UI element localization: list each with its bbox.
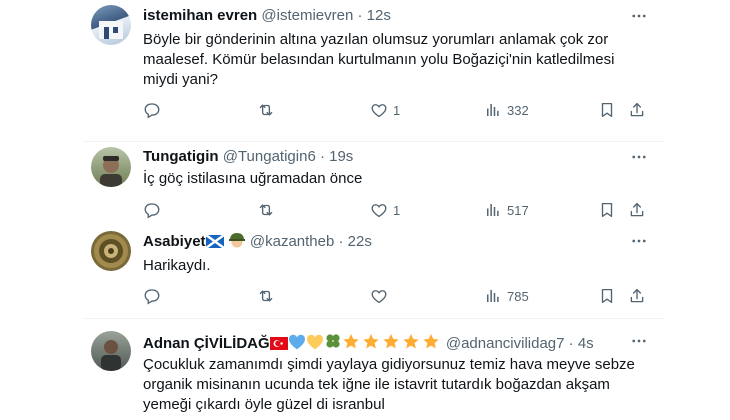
reply-icon [143, 287, 161, 305]
avatar[interactable] [91, 5, 131, 45]
tweet-text: Çocukluk zamanımdı şimdi yaylaya gidiyor… [143, 356, 635, 413]
views-count: 332 [507, 102, 529, 118]
timestamp[interactable]: 4s [578, 335, 594, 352]
more-icon[interactable] [630, 7, 648, 25]
bookmark-button[interactable] [598, 200, 616, 220]
retweet-icon [257, 101, 275, 119]
star-rating-icon [342, 333, 442, 354]
timestamp[interactable]: 22s [348, 233, 372, 250]
like-count: 1 [393, 202, 401, 218]
yellow-heart-icon [306, 334, 324, 354]
like-button[interactable]: 1 [370, 100, 400, 120]
bookmark-icon [598, 287, 616, 305]
tweet-text: Böyle bir gönderinin altına yazılan olum… [143, 31, 615, 88]
share-button[interactable] [628, 286, 646, 306]
bookmark-button[interactable] [598, 100, 616, 120]
display-name[interactable]: istemihan evren [143, 7, 257, 24]
views-count: 517 [507, 202, 529, 218]
soldier-helmet-icon [228, 232, 246, 252]
separator-dot: · [319, 148, 325, 165]
separator-dot: · [357, 7, 363, 24]
views-button[interactable]: 517 [484, 200, 529, 220]
retweet-button[interactable] [257, 286, 280, 306]
display-name[interactable]: Asabiyet [143, 233, 206, 250]
scotland-flag-icon [204, 234, 225, 252]
separator-dot: · [338, 233, 344, 250]
tweet[interactable]: Tungatigin @Tungatigin6 · 19s İç göç ist… [0, 142, 730, 226]
share-button[interactable] [628, 100, 646, 120]
bookmark-icon [598, 101, 616, 119]
reply-button[interactable] [143, 200, 166, 220]
tweet[interactable]: Asabiyet @kazantheb · 22s Harikaydı. 785 [0, 226, 730, 320]
user-handle[interactable]: @adnancivilidag7 [446, 335, 565, 352]
avatar[interactable] [91, 147, 131, 187]
tweet[interactable]: Adnan ÇİVİLİDAĞ @adnancivilidag7 · 4s Ço… [0, 319, 730, 420]
user-handle[interactable]: @istemievren [261, 7, 353, 24]
tweet-text: Harikaydı. [143, 257, 211, 274]
views-icon [484, 201, 502, 219]
reply-icon [143, 201, 161, 219]
like-count: 1 [393, 102, 401, 118]
reply-button[interactable] [143, 100, 166, 120]
views-icon [484, 101, 502, 119]
avatar[interactable] [91, 331, 131, 371]
blue-heart-icon [288, 334, 306, 354]
tweet-text: İç göç istilasına uğramadan önce [143, 170, 363, 187]
like-icon [370, 287, 388, 305]
avatar[interactable] [91, 231, 131, 271]
views-icon [484, 287, 502, 305]
like-button[interactable] [370, 286, 393, 306]
share-icon [628, 201, 646, 219]
views-button[interactable]: 785 [484, 286, 529, 306]
like-icon [370, 101, 388, 119]
tweet[interactable]: istemihan evren @istemievren · 12s Böyle… [0, 0, 730, 142]
share-button[interactable] [628, 200, 646, 220]
timestamp[interactable]: 19s [329, 148, 353, 165]
reply-button[interactable] [143, 286, 166, 306]
like-button[interactable]: 1 [370, 200, 400, 220]
retweet-button[interactable] [257, 200, 280, 220]
retweet-icon [257, 287, 275, 305]
display-name[interactable]: Adnan ÇİVİLİDAĞ [143, 335, 270, 352]
views-button[interactable]: 332 [484, 100, 529, 120]
bookmark-button[interactable] [598, 286, 616, 306]
more-icon[interactable] [630, 232, 648, 250]
display-name[interactable]: Tungatigin [143, 148, 219, 165]
bookmark-icon [598, 201, 616, 219]
share-icon [628, 101, 646, 119]
user-handle[interactable]: @Tungatigin6 [223, 148, 316, 165]
turkey-flag-icon [269, 337, 288, 354]
clover-icon [324, 332, 342, 354]
views-count: 785 [507, 288, 529, 304]
like-icon [370, 201, 388, 219]
share-icon [628, 287, 646, 305]
reply-icon [143, 101, 161, 119]
more-icon[interactable] [630, 148, 648, 166]
retweet-button[interactable] [257, 100, 280, 120]
more-icon[interactable] [630, 332, 648, 350]
separator-dot: · [568, 335, 574, 352]
timestamp[interactable]: 12s [367, 7, 391, 24]
user-handle[interactable]: @kazantheb [250, 233, 334, 250]
retweet-icon [257, 201, 275, 219]
